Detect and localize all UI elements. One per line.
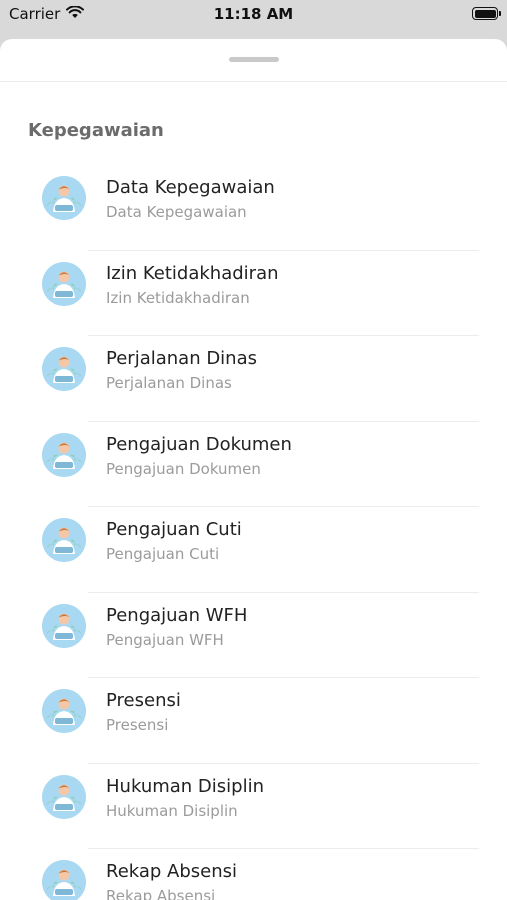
list-item-hukuman-disiplin[interactable]: Hukuman Disiplin Hukuman Disiplin: [0, 764, 507, 849]
person-avatar-icon: [42, 347, 86, 391]
list-item-title: Pengajuan Cuti: [106, 519, 242, 540]
list-item-subtitle: Pengajuan Cuti: [106, 545, 220, 563]
person-avatar-icon: [42, 689, 86, 733]
list-item-subtitle: Rekap Absensi: [106, 887, 216, 900]
list-item-rekap-absensi[interactable]: Rekap Absensi Rekap Absensi: [0, 849, 507, 900]
list-item-perjalanan-dinas[interactable]: Perjalanan Dinas Perjalanan Dinas: [0, 336, 507, 422]
list-item-subtitle: Izin Ketidakhadiran: [106, 288, 250, 307]
list-item-subtitle: Perjalanan Dinas: [106, 374, 232, 392]
list-item-presensi[interactable]: Presensi Presensi: [0, 678, 507, 764]
person-avatar-icon: [42, 176, 86, 220]
list-item-pengajuan-cuti[interactable]: Pengajuan Cuti Pengajuan Cuti: [0, 507, 507, 593]
sheet-header: [0, 39, 507, 82]
person-avatar-icon: [42, 432, 86, 477]
bottom-sheet: Kepegawaian Data Kepegawaian Data Kepega…: [0, 39, 507, 900]
list-item-pengajuan-wfh[interactable]: Pengajuan WFH Pengajuan WFH: [0, 593, 507, 678]
list-item-subtitle: Pengajuan Dokumen: [106, 459, 261, 478]
list-item-title: Hukuman Disiplin: [106, 775, 264, 797]
list-item-izin-ketidakhadiran[interactable]: Izin Ketidakhadiran Izin Ketidakhadiran: [0, 251, 507, 336]
list-item-title: Presensi: [106, 690, 181, 711]
section-title: Kepegawaian: [28, 120, 164, 141]
status-bar: Carrier 11:18 AM: [0, 0, 507, 30]
sheet-grabber-handle[interactable]: [229, 57, 279, 62]
list-item-subtitle: Presensi: [106, 716, 169, 734]
list-item-title: Rekap Absensi: [106, 861, 238, 882]
list-item-title: Pengajuan WFH: [106, 604, 248, 626]
list-item-pengajuan-dokumen[interactable]: Pengajuan Dokumen Pengajuan Dokumen: [0, 422, 507, 507]
person-avatar-icon: [42, 774, 86, 819]
list-item-title: Perjalanan Dinas: [106, 348, 257, 369]
list-item-subtitle: Pengajuan WFH: [106, 630, 224, 649]
person-avatar-icon: [42, 603, 86, 648]
list-item-title: Data Kepegawaian: [106, 177, 275, 198]
list-item-data-kepegawaian[interactable]: Data Kepegawaian Data Kepegawaian: [0, 165, 507, 251]
list-item-subtitle: Data Kepegawaian: [106, 203, 247, 221]
list-item-title: Izin Ketidakhadiran: [106, 262, 279, 284]
person-avatar-icon: [42, 261, 86, 306]
list-item-title: Pengajuan Dokumen: [106, 433, 292, 455]
battery-icon: [472, 7, 501, 20]
person-avatar-icon: [42, 518, 86, 562]
status-time: 11:18 AM: [213, 5, 294, 23]
list-item-subtitle: Hukuman Disiplin: [106, 801, 238, 820]
person-avatar-icon: [42, 860, 86, 900]
menu-list: Data Kepegawaian Data Kepegawaian Izin K…: [0, 165, 507, 900]
